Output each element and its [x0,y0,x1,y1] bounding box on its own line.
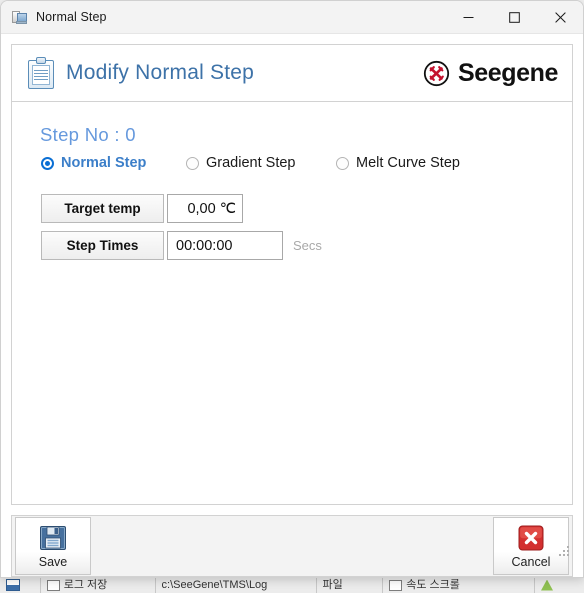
target-temp-label[interactable]: Target temp [41,194,164,223]
dialog-footer: Save Cancel [11,515,573,577]
checkbox-icon [46,579,60,591]
resize-grip[interactable] [559,546,569,556]
status-cell-log-save: 로그 저장 [41,577,156,593]
minimize-icon [463,16,473,18]
radio-unselected-icon [336,156,349,170]
cancel-button[interactable]: Cancel [493,517,569,575]
step-times-label[interactable]: Step Times [41,231,164,260]
target-temp-input[interactable] [167,194,243,223]
radio-melt-curve-step[interactable]: Melt Curve Step [336,155,460,171]
page-title: Modify Normal Step [66,61,254,84]
maximize-icon [508,11,520,23]
radio-gradient-step-label: Gradient Step [206,155,296,171]
step-type-radio-group: Normal Step Gradient Step Melt Curve Ste… [41,155,550,171]
status-cell-log-path: c:\SeeGene\TMS\Log [156,577,317,593]
radio-normal-step[interactable]: Normal Step [41,155,186,171]
status-cell-log-save-label: 로그 저장 [63,578,108,591]
title-bar-left: Normal Step [1,9,107,25]
radio-unselected-icon [186,156,199,170]
save-button-label: Save [38,554,68,569]
dialog-content: Step No : 0 Normal Step Gradient Step Me… [11,101,573,505]
clipboard-icon [28,57,54,89]
radio-gradient-step[interactable]: Gradient Step [186,155,336,171]
step-times-row: Step Times Secs [41,231,550,260]
status-cell-icon-book [0,577,41,593]
window-title: Normal Step [36,10,107,24]
radio-melt-curve-step-label: Melt Curve Step [356,155,460,171]
maximize-button[interactable] [491,1,537,33]
step-no-label: Step No : 0 [40,124,136,145]
dialog-header-left: Modify Normal Step [28,57,254,89]
cancel-button-label: Cancel [511,554,551,569]
status-cell-indicator [535,577,584,593]
checkbox-icon [389,579,403,591]
status-cell-speed-scroll-label: 속도 스크롤 [406,578,460,591]
window-app-icon [12,9,28,25]
normal-step-dialog: Normal Step Modify Normal Step Seegene S… [0,0,584,578]
status-cell-file-label: 파일 [322,578,343,591]
seegene-circle-mark [423,60,450,86]
status-cell-log-path-label: c:\SeeGene\TMS\Log [161,578,268,591]
step-times-unit: Secs [293,238,322,253]
status-cell-speed-scroll: 속도 스크롤 [383,577,535,593]
target-temp-row: Target temp [41,194,550,223]
triangle-icon [541,579,553,591]
step-times-input[interactable] [167,231,283,260]
dialog-header: Modify Normal Step Seegene [11,44,573,101]
radio-selected-icon [41,156,54,170]
save-button[interactable]: Save [15,517,91,575]
radio-normal-step-label: Normal Step [61,155,147,171]
close-icon [554,11,566,23]
minimize-button[interactable] [445,1,491,33]
title-bar: Normal Step [1,1,583,34]
book-icon [6,579,20,591]
close-button[interactable] [537,1,583,33]
seegene-logo: Seegene [423,59,558,88]
status-cell-file: 파일 [317,577,384,593]
floppy-disk-icon [40,525,66,550]
window-controls [445,1,583,33]
brand-name: Seegene [457,58,558,87]
red-x-icon [518,525,544,550]
